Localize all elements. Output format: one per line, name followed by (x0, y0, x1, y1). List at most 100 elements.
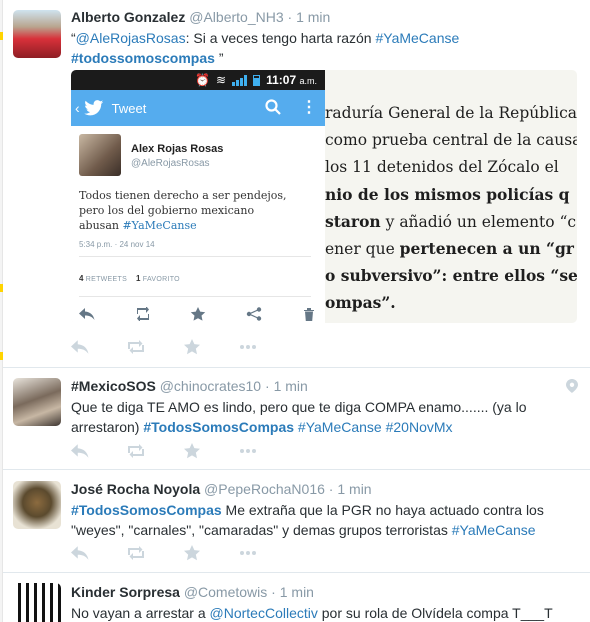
hashtag-link[interactable]: #TodosSomosCompas (71, 502, 222, 518)
author-name[interactable]: #MexicoSOS (71, 378, 156, 394)
tweet-text: “@AleRojasRosas: Si a veces tengo harta … (71, 28, 578, 68)
article-line: ener que pertenecen a un “gr (325, 239, 574, 258)
embedded-actions (79, 306, 317, 323)
tweet[interactable]: José Rocha Noyola @PepeRochaN016 · 1 min… (3, 470, 590, 573)
author-handle[interactable]: @Cometowis (184, 584, 267, 600)
tweet[interactable]: #MexicoSOS @chinocrates10 · 1 min Que te… (3, 368, 590, 470)
article-line: ompas”. (325, 293, 396, 312)
share-icon (246, 307, 262, 323)
tweet-header: Kinder Sorpresa @Cometowis · 1 min (71, 583, 578, 601)
tweet-text: #TodosSomosCompas Me extraña que la PGR … (71, 500, 578, 540)
more-dots-icon (240, 551, 256, 555)
tweet-text: Que te diga TE AMO es lindo, pero que te… (71, 397, 578, 437)
favorite-button[interactable] (183, 544, 239, 562)
separator-dot: · (287, 9, 293, 25)
favorite-button[interactable] (183, 442, 239, 460)
hashtag-link[interactable]: #TodosSomosCompas (143, 419, 294, 435)
tweet-text-part: No vayan a arrestar a (71, 605, 210, 621)
reply-button[interactable] (71, 338, 127, 356)
mention-link[interactable]: @AleRojasRosas (76, 30, 186, 46)
signal-icon (232, 74, 248, 86)
app-bar: ‹ Tweet ⋮ (71, 90, 325, 126)
article-line: como prueba central de la causa (325, 131, 577, 149)
more-button[interactable] (239, 442, 295, 460)
tweet-actions (71, 544, 295, 562)
alarm-icon: ⏰ (195, 73, 211, 87)
tweet-time[interactable]: 1 min (296, 9, 330, 25)
reply-icon (71, 444, 89, 458)
author-handle[interactable]: @chinocrates10 (160, 378, 261, 394)
tweet-header: Alberto Gonzalez @Alberto_NH3 · 1 min (71, 8, 578, 26)
embedded-tweet-stats: 4 RETWEETS 1 FAVORITO (79, 274, 180, 283)
tweet-media-image[interactable]: ⏰ ≋ 11:07 a.m. ‹ Tweet ⋮ Alex Rojas Rosa… (71, 70, 577, 323)
retweet-icon (135, 306, 151, 323)
location-pin-icon[interactable] (566, 379, 578, 393)
retweet-icon (128, 444, 144, 458)
tweet-time[interactable]: 1 min (337, 481, 371, 497)
tweet-text: No vayan a arrestar a @NortecCollectiv p… (71, 603, 578, 622)
author-name[interactable]: José Rocha Noyola (71, 481, 200, 497)
tweet-header: José Rocha Noyola @PepeRochaN016 · 1 min (71, 480, 578, 498)
tweet-text-part: : Si a veces tengo harta razón (185, 30, 376, 46)
author-handle[interactable]: @PepeRochaN016 (204, 481, 325, 497)
divider (79, 296, 311, 297)
tweet[interactable]: Kinder Sorpresa @Cometowis · 1 min No va… (3, 573, 590, 622)
favorite-star-icon (190, 307, 206, 323)
app-bar-title: Tweet (111, 100, 147, 116)
more-button[interactable] (239, 544, 295, 562)
avatar[interactable] (13, 583, 61, 622)
avatar[interactable] (13, 481, 61, 529)
reply-icon (71, 546, 89, 560)
author-handle[interactable]: @Alberto_NH3 (189, 9, 283, 25)
reply-button[interactable] (71, 442, 127, 460)
retweet-button[interactable] (127, 338, 183, 356)
status-time: 11:07 a.m. (266, 73, 317, 87)
retweet-button[interactable] (127, 544, 183, 562)
separator-dot: · (271, 584, 276, 600)
more-dots-icon (240, 345, 256, 349)
phone-screenshot: ⏰ ≋ 11:07 a.m. ‹ Tweet ⋮ Alex Rojas Rosa… (71, 70, 325, 323)
embedded-author-name: Alex Rojas Rosas (131, 143, 224, 155)
more-dots-icon (240, 449, 256, 453)
tweet-text-part: por su rola de Olvídela compa T___T (317, 605, 553, 621)
separator-dot: · (328, 481, 334, 497)
avatar[interactable] (13, 10, 61, 58)
author-name[interactable]: Alberto Gonzalez (71, 9, 185, 25)
embedded-author-handle: @AleRojasRosas (131, 158, 210, 169)
reply-button[interactable] (71, 544, 127, 562)
tweet[interactable]: Alberto Gonzalez @Alberto_NH3 · 1 min “@… (3, 0, 590, 368)
mention-link[interactable]: @NortecCollectiv (210, 605, 318, 621)
wifi-icon: ≋ (216, 73, 227, 87)
hashtag-link[interactable]: #20NovMx (386, 419, 453, 435)
retweet-button[interactable] (127, 442, 183, 460)
article-line: staron y añadió un elemento “c (325, 212, 577, 231)
embedded-avatar (79, 134, 121, 176)
retweet-icon (128, 546, 144, 560)
favorite-button[interactable] (183, 338, 239, 356)
author-name[interactable]: Kinder Sorpresa (71, 584, 180, 600)
avatar[interactable] (13, 378, 61, 426)
tweet-time[interactable]: 1 min (280, 584, 314, 600)
hashtag-link[interactable]: #YaMeCanse (452, 522, 536, 538)
article-line: o subversivo”: entre ellos “se (325, 266, 577, 285)
favorite-star-icon (184, 339, 200, 355)
separator-dot: · (265, 378, 270, 394)
tweet-time[interactable]: 1 min (274, 378, 308, 394)
tweet-text-part: ” (214, 50, 224, 66)
retweet-icon (128, 340, 144, 354)
tweet-actions (71, 442, 295, 460)
tweet-actions (71, 338, 295, 356)
overflow-menu-icon: ⋮ (301, 99, 317, 116)
phone-status-bar: ⏰ ≋ 11:07 a.m. (71, 70, 325, 90)
article-line: raduría General de la República ( (325, 104, 577, 122)
battery-icon (253, 74, 261, 86)
hashtag-link[interactable]: #YaMeCanse (298, 419, 382, 435)
hashtag-link[interactable]: #todossomoscompas (71, 50, 215, 66)
article-line: los 11 detenidos del Zócalo el (325, 158, 559, 176)
trash-icon (301, 307, 317, 323)
more-button[interactable] (239, 338, 295, 356)
timeline: Alberto Gonzalez @Alberto_NH3 · 1 min “@… (3, 0, 590, 622)
hashtag-link[interactable]: #YaMeCanse (375, 30, 459, 46)
embedded-hashtag: #YaMeCanse (122, 219, 197, 232)
search-icon (265, 98, 281, 118)
